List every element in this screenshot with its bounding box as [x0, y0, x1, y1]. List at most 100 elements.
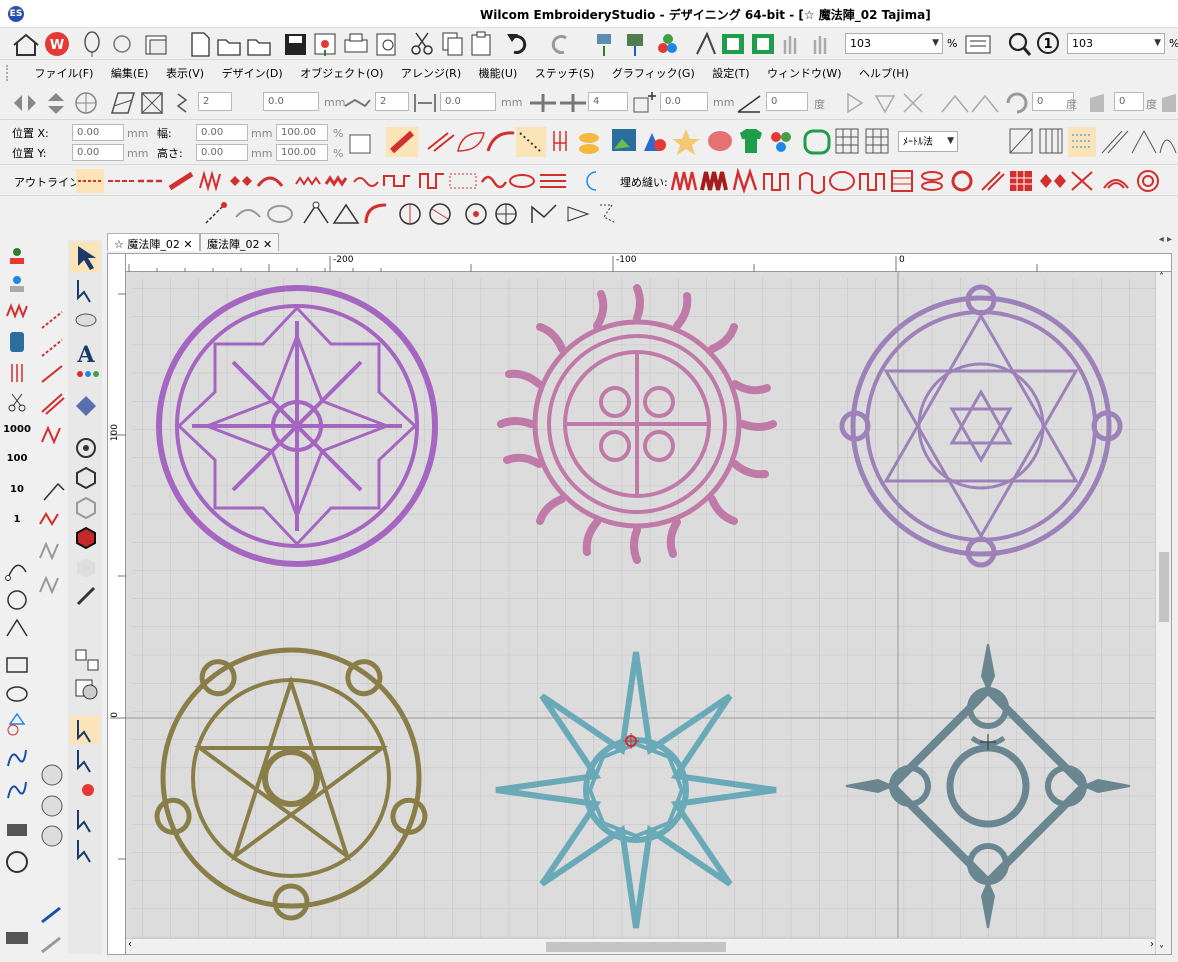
fill-spiral-icon[interactable] — [1137, 170, 1159, 192]
step-1[interactable]: 1 — [14, 514, 21, 525]
color-travel-icon[interactable] — [658, 34, 677, 53]
menu-graphic[interactable]: グラフィック(G) — [605, 61, 702, 85]
scroll-up-icon[interactable]: ˄ — [1159, 272, 1164, 283]
menu-arrange[interactable]: アレンジ(R) — [394, 61, 468, 85]
pen2-icon[interactable] — [41, 936, 61, 954]
stitch-select-icon[interactable] — [39, 512, 59, 526]
coil-icon[interactable] — [509, 174, 535, 188]
cut-icon[interactable] — [411, 32, 433, 55]
close-icon[interactable]: ✕ — [263, 238, 272, 251]
fill-box-icon[interactable] — [891, 170, 913, 192]
star-edit-icon[interactable] — [600, 204, 617, 224]
home-icon[interactable] — [13, 33, 39, 56]
wilcom-icon[interactable]: W — [45, 32, 69, 56]
feather-icon[interactable] — [486, 131, 515, 152]
app-icon[interactable]: ES — [8, 6, 24, 22]
fish-icon[interactable] — [579, 133, 599, 154]
zoom-icon[interactable] — [1008, 32, 1032, 56]
slash-icon[interactable] — [41, 393, 65, 415]
properties-icon[interactable] — [965, 35, 991, 54]
select-stitch-icon[interactable] — [43, 482, 65, 501]
grid-tool4-icon[interactable] — [1101, 130, 1129, 154]
tool-spool-icon[interactable] — [10, 332, 24, 352]
blanket-icon[interactable] — [295, 176, 321, 186]
cc3-icon[interactable] — [41, 825, 63, 847]
line3-icon[interactable] — [41, 339, 63, 357]
design-canvas[interactable]: -200 -100 0 100 0 ‹ › ˄ ˅ — [107, 253, 1172, 955]
vertical-scrollbar[interactable]: ˄ ˅ — [1155, 272, 1171, 954]
freehand2-icon[interactable] — [7, 781, 27, 799]
arrow-line-icon[interactable] — [41, 365, 63, 383]
scroll-left-icon[interactable]: ‹ — [128, 939, 132, 950]
thread-icon[interactable] — [176, 93, 188, 113]
tab-document-active[interactable]: ☆ 魔法陣_02 ✕ — [107, 233, 200, 251]
curve-edit-icon[interactable] — [364, 203, 387, 224]
slant2-icon[interactable] — [1162, 94, 1176, 112]
balloon-icon[interactable] — [84, 31, 100, 57]
rotate-box-icon[interactable] — [141, 92, 163, 114]
toolbar-grip[interactable] — [6, 65, 22, 81]
measure-icon[interactable] — [6, 932, 28, 944]
horizontal-scrollbar[interactable]: ‹ › — [126, 938, 1156, 954]
array-icon[interactable] — [530, 94, 556, 112]
angle-field-1[interactable]: 0 — [766, 92, 808, 111]
mesh-icon[interactable] — [449, 173, 477, 189]
arc-edit-icon[interactable] — [235, 209, 261, 218]
picture-icon[interactable] — [612, 129, 636, 151]
node-tri-icon[interactable] — [6, 618, 28, 637]
open-folder-icon[interactable] — [217, 39, 241, 56]
angle-field-3[interactable]: 0 — [1114, 92, 1144, 111]
zoom-1to1-icon[interactable]: 1 — [1037, 32, 1059, 54]
zigzag-outline-icon[interactable] — [199, 170, 221, 192]
arrow-edit-icon[interactable] — [567, 206, 590, 222]
count-field-1[interactable]: 2 — [198, 92, 232, 111]
design-purple-rose[interactable] — [156, 285, 438, 567]
node-edit-icon[interactable] — [303, 201, 329, 224]
freehand-icon[interactable] — [7, 749, 27, 767]
lock-icon[interactable] — [349, 134, 371, 154]
satin-stitch-icon[interactable] — [386, 127, 418, 157]
cloud-icon[interactable] — [75, 313, 97, 327]
machine-icon[interactable] — [7, 824, 27, 836]
reshape-icon[interactable] — [205, 202, 227, 224]
node-curve-icon[interactable] — [5, 564, 27, 581]
blanket2-icon[interactable] — [324, 175, 348, 187]
rect-tool-icon[interactable] — [6, 657, 28, 673]
align-icon[interactable] — [847, 92, 864, 114]
meander-icon[interactable] — [419, 173, 444, 189]
scale-w-field[interactable]: 100.00 — [276, 124, 328, 141]
paste-icon[interactable] — [471, 31, 491, 56]
fill-m-icon[interactable] — [732, 167, 758, 194]
travel-icon[interactable] — [597, 34, 611, 56]
pos-x-field[interactable]: 0.00 — [72, 124, 124, 141]
polygon-edit-icon[interactable] — [332, 203, 360, 224]
scroll-right-icon[interactable]: › — [1150, 939, 1154, 950]
tab-scroll-arrows[interactable]: ◂ ▸ — [1159, 234, 1172, 245]
new-file-icon[interactable] — [191, 32, 210, 57]
menu-design[interactable]: デザイン(D) — [215, 61, 290, 85]
circle-cut2-icon[interactable] — [429, 203, 451, 225]
fill-x-icon[interactable] — [1071, 171, 1093, 191]
open-special-icon[interactable] — [247, 39, 271, 56]
angle-icon[interactable] — [737, 95, 761, 113]
menu-stitch[interactable]: ステッチ(S) — [528, 61, 602, 85]
tshirt-icon[interactable] — [740, 129, 762, 153]
offset-field-1[interactable]: 0.0 — [263, 92, 319, 111]
spacing-icon[interactable] — [414, 94, 436, 112]
radial-icon[interactable] — [465, 203, 487, 225]
redo-icon[interactable] — [551, 34, 567, 54]
align2-icon[interactable] — [874, 95, 896, 114]
line1-icon[interactable] — [41, 311, 63, 329]
hand-icon[interactable] — [783, 36, 797, 54]
tab-document[interactable]: 魔法陣_02 ✕ — [200, 233, 280, 251]
menu-object[interactable]: オブジェクト(O) — [293, 61, 390, 85]
cc2-icon[interactable] — [41, 795, 63, 817]
copy-icon[interactable] — [442, 32, 463, 56]
fill-ring-icon[interactable] — [951, 170, 973, 192]
grid-tool-icon[interactable] — [1009, 128, 1033, 154]
align3-icon[interactable] — [903, 93, 923, 113]
pen-icon[interactable] — [41, 906, 61, 924]
satin-outline-icon[interactable] — [168, 171, 194, 191]
fill-checker-icon[interactable] — [1010, 171, 1032, 191]
menu-view[interactable]: 表示(V) — [159, 61, 211, 85]
